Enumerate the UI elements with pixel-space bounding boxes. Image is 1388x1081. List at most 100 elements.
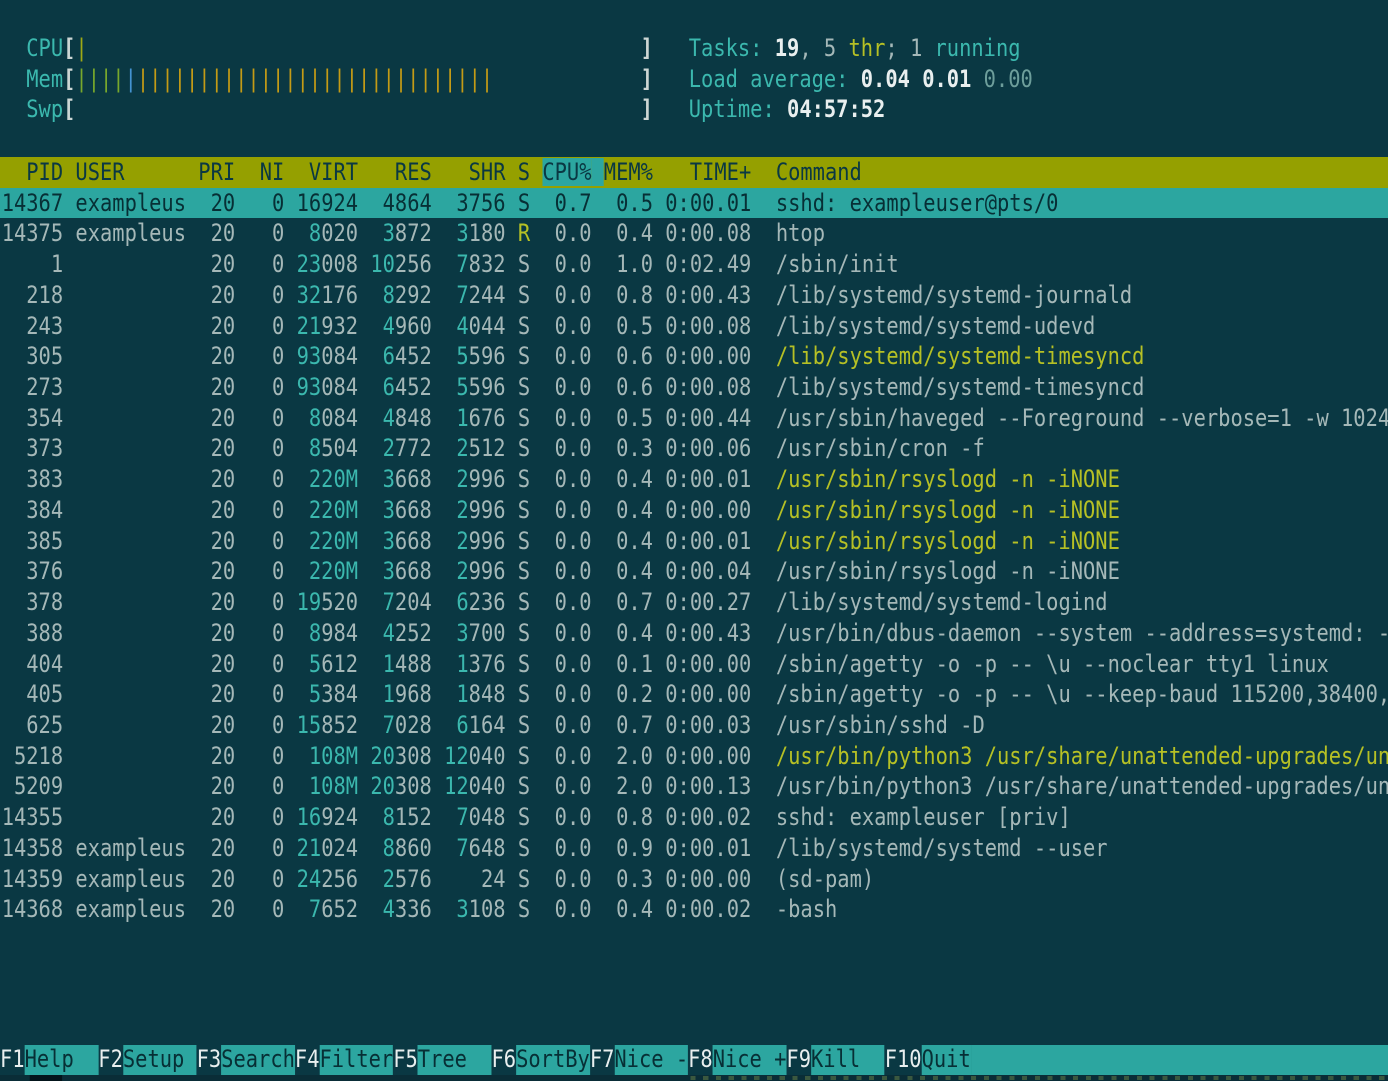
fkey-key: F9 (786, 1045, 811, 1075)
fkey-label: Help (25, 1045, 99, 1075)
column-header-state[interactable]: S (518, 158, 530, 186)
fkey-filter[interactable]: F4Filter (295, 1045, 393, 1075)
fkey-search[interactable]: F3Search (197, 1045, 295, 1075)
cell-state: S (518, 803, 530, 831)
column-header-shr[interactable]: SHR (444, 158, 505, 186)
cell-pri: 20 (198, 373, 235, 401)
process-row[interactable]: 385 20 0 220M 3668 2996 S 0.0 0.4 0:00.0… (0, 526, 1388, 557)
cell-state: S (518, 250, 530, 278)
process-row[interactable]: 14358 exampleus 20 0 21024 8860 7648 S 0… (0, 833, 1388, 864)
cell-pid: 5209 (2, 772, 63, 800)
process-row[interactable]: 376 20 0 220M 3668 2996 S 0.0 0.4 0:00.0… (0, 556, 1388, 587)
cell-pid: 354 (2, 404, 63, 432)
fkey-setup[interactable]: F2Setup (98, 1045, 196, 1075)
column-header-virt[interactable]: VIRT (297, 158, 358, 186)
process-row[interactable]: 5218 20 0 108M 20308 12040 S 0.0 2.0 0:0… (0, 741, 1388, 772)
cell-time: 0:00.00 (665, 342, 751, 370)
fkey-tree[interactable]: F5Tree (393, 1045, 491, 1075)
fkey-help[interactable]: F1Help (0, 1045, 98, 1075)
cell-time: 0:00.06 (665, 434, 751, 462)
cell-pid: 373 (2, 434, 63, 462)
cell-cpu: 0.0 (542, 557, 591, 585)
cell-time: 0:00.01 (665, 189, 751, 217)
cell-pid: 14375 (2, 219, 63, 247)
column-header-pid[interactable]: PID (2, 158, 63, 186)
fkey-nice-minus[interactable]: F7Nice - (590, 1045, 688, 1075)
cell-ni: 0 (247, 281, 284, 309)
cell-ni: 0 (247, 434, 284, 462)
column-header-user[interactable]: USER (75, 158, 186, 186)
process-row[interactable]: 5209 20 0 108M 20308 12040 S 0.0 2.0 0:0… (0, 771, 1388, 802)
cell-mem: 0.4 (604, 895, 653, 923)
cell-pri: 20 (198, 803, 235, 831)
process-row[interactable]: 388 20 0 8984 4252 3700 S 0.0 0.4 0:00.4… (0, 618, 1388, 649)
cell-command: /usr/bin/python3 /usr/share/unattended-u… (776, 772, 1388, 800)
cell-pri: 20 (198, 496, 235, 524)
cell-command: sshd: exampleuser@pts/0 (776, 189, 1059, 217)
process-row[interactable]: 1 20 0 23008 10256 7832 S 0.0 1.0 0:02.4… (0, 249, 1388, 280)
process-row[interactable]: 243 20 0 21932 4960 4044 S 0.0 0.5 0:00.… (0, 311, 1388, 342)
cell-pri: 20 (198, 650, 235, 678)
fkey-label: SortBy (516, 1045, 590, 1075)
process-row[interactable]: 378 20 0 19520 7204 6236 S 0.0 0.7 0:00.… (0, 587, 1388, 618)
cell-mem: 0.9 (604, 834, 653, 862)
cell-mem: 0.6 (604, 373, 653, 401)
column-header-res[interactable]: RES (370, 158, 431, 186)
process-row[interactable]: 383 20 0 220M 3668 2996 S 0.0 0.4 0:00.0… (0, 464, 1388, 495)
swp-meter-label: Swp (2, 95, 63, 123)
column-header-command[interactable]: Command (764, 158, 862, 186)
column-header-cpu[interactable]: CPU% (542, 158, 591, 186)
cell-ni: 0 (247, 865, 284, 893)
cell-mem: 0.4 (604, 219, 653, 247)
cell-pri: 20 (198, 281, 235, 309)
process-row[interactable]: 273 20 0 93084 6452 5596 S 0.0 0.6 0:00.… (0, 372, 1388, 403)
cell-time: 0:00.27 (665, 588, 751, 616)
column-header-time[interactable]: TIME+ (665, 158, 751, 186)
process-row[interactable]: 384 20 0 220M 3668 2996 S 0.0 0.4 0:00.0… (0, 495, 1388, 526)
fkey-kill[interactable]: F9Kill (786, 1045, 884, 1075)
fkey-key: F10 (885, 1045, 922, 1075)
cell-pid: 14355 (2, 803, 63, 831)
cell-cpu: 0.0 (542, 834, 591, 862)
process-row[interactable]: 404 20 0 5612 1488 1376 S 0.0 0.1 0:00.0… (0, 649, 1388, 680)
cell-command: /usr/sbin/rsyslogd -n -iNONE (776, 557, 1120, 585)
cell-pri: 20 (198, 189, 235, 217)
process-row[interactable]: 305 20 0 93084 6452 5596 S 0.0 0.6 0:00.… (0, 341, 1388, 372)
process-row[interactable]: 405 20 0 5384 1968 1848 S 0.0 0.2 0:00.0… (0, 679, 1388, 710)
column-header-mem[interactable]: MEM% (604, 158, 653, 186)
cell-ni: 0 (247, 772, 284, 800)
cell-mem: 0.7 (604, 588, 653, 616)
cell-user (75, 404, 186, 432)
cell-command: /usr/bin/dbus-daemon --system --address=… (776, 619, 1388, 647)
cell-ni: 0 (247, 711, 284, 739)
cell-time: 0:00.44 (665, 404, 751, 432)
process-row[interactable]: 218 20 0 32176 8292 7244 S 0.0 0.8 0:00.… (0, 280, 1388, 311)
cell-user (75, 588, 186, 616)
cell-time: 0:00.43 (665, 619, 751, 647)
process-row[interactable]: 14367 exampleus 20 0 16924 4864 3756 S 0… (0, 188, 1388, 219)
fkey-quit[interactable]: F10Quit (885, 1045, 971, 1075)
cell-ni: 0 (247, 496, 284, 524)
column-header-pri[interactable]: PRI (198, 158, 235, 186)
fkey-nice-plus[interactable]: F8Nice + (688, 1045, 786, 1075)
process-row[interactable]: 625 20 0 15852 7028 6164 S 0.0 0.7 0:00.… (0, 710, 1388, 741)
process-row[interactable]: 14359 exampleus 20 0 24256 2576 24 S 0.0… (0, 864, 1388, 895)
cell-time: 0:00.02 (665, 803, 751, 831)
cell-time: 0:00.04 (665, 557, 751, 585)
cell-mem: 0.4 (604, 557, 653, 585)
process-row[interactable]: 14355 20 0 16924 8152 7048 S 0.0 0.8 0:0… (0, 802, 1388, 833)
fkey-sortby[interactable]: F6SortBy (492, 1045, 590, 1075)
cell-mem: 0.3 (604, 434, 653, 462)
cell-mem: 0.5 (604, 312, 653, 340)
cell-ni: 0 (247, 803, 284, 831)
cell-ni: 0 (247, 742, 284, 770)
cell-user (75, 680, 186, 708)
process-row[interactable]: 14368 exampleus 20 0 7652 4336 3108 S 0.… (0, 894, 1388, 925)
column-header-ni[interactable]: NI (247, 158, 284, 186)
fkey-key: F5 (393, 1045, 418, 1075)
process-row[interactable]: 14375 exampleus 20 0 8020 3872 3180 R 0.… (0, 218, 1388, 249)
cell-time: 0:00.01 (665, 465, 751, 493)
process-row[interactable]: 354 20 0 8084 4848 1676 S 0.0 0.5 0:00.4… (0, 403, 1388, 434)
process-row[interactable]: 373 20 0 8504 2772 2512 S 0.0 0.3 0:00.0… (0, 433, 1388, 464)
terminal-content: CPU[| ] Mem[||||||||||||||||||||||||||||… (0, 0, 1388, 1081)
